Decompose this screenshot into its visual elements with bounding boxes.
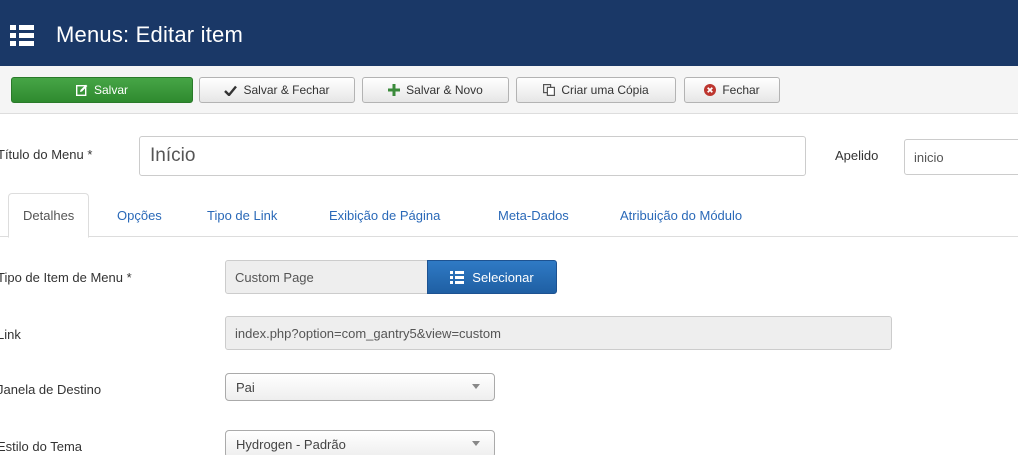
menu-title-label: Título do Menu * (0, 147, 93, 162)
select-button[interactable]: Selecionar (427, 260, 557, 294)
close-button[interactable]: Fechar (684, 77, 780, 103)
template-style-value: Hydrogen - Padrão (236, 436, 346, 452)
list-icon (10, 25, 34, 46)
save-button[interactable]: Salvar (11, 77, 193, 103)
save-new-button[interactable]: Salvar & Novo (362, 77, 509, 103)
tab-details[interactable]: Detalhes (8, 193, 90, 238)
item-type-input: Custom Page (225, 260, 428, 294)
tab-page-display[interactable]: Exibição de Página (329, 193, 440, 237)
caret-down-icon (472, 384, 480, 389)
template-style-select[interactable]: Hydrogen - Padrão (225, 430, 495, 455)
save-copy-label: Criar uma Cópia (561, 83, 649, 97)
tab-bar: Detalhes Opções Tipo de Link Exibição de… (0, 193, 1018, 238)
toolbar: Salvar Salvar & Fechar Salvar & Novo Cri… (0, 66, 1018, 114)
caret-down-icon (472, 441, 480, 446)
save-close-label: Salvar & Fechar (243, 83, 330, 97)
save-close-button[interactable]: Salvar & Fechar (199, 77, 355, 103)
template-style-label: Estilo do Tema (0, 439, 83, 454)
menu-title-input[interactable]: Início (139, 136, 806, 176)
target-window-value: Pai (236, 379, 255, 395)
page-title: Menus: Editar item (56, 22, 244, 47)
tab-module-assignment[interactable]: Atribuição do Módulo (620, 193, 742, 237)
alias-label: Apelido (835, 148, 879, 163)
plus-icon (388, 84, 401, 96)
list-icon (450, 270, 465, 284)
select-button-label: Selecionar (472, 269, 534, 285)
close-circle-icon (704, 84, 717, 96)
check-icon (224, 85, 238, 96)
save-label: Salvar (93, 83, 128, 97)
tab-link-type[interactable]: Tipo de Link (207, 193, 277, 237)
tab-options[interactable]: Opções (117, 193, 162, 237)
link-label: Link (0, 327, 21, 342)
tab-metadata[interactable]: Meta-Dados (498, 193, 569, 237)
save-new-label: Salvar & Novo (406, 83, 483, 97)
edit-icon (75, 84, 88, 96)
alias-input[interactable]: inicio (904, 139, 1018, 175)
close-label: Fechar (722, 83, 760, 97)
save-copy-button[interactable]: Criar uma Cópia (516, 77, 676, 103)
copy-icon (543, 84, 556, 96)
link-input[interactable]: index.php?option=com_gantry5&view=custom (225, 316, 892, 350)
target-window-select[interactable]: Pai (225, 373, 495, 401)
page-header: Menus: Editar item (0, 0, 1018, 66)
target-window-label: Janela de Destino (0, 382, 102, 397)
item-type-label: Tipo de Item de Menu * (0, 270, 132, 285)
